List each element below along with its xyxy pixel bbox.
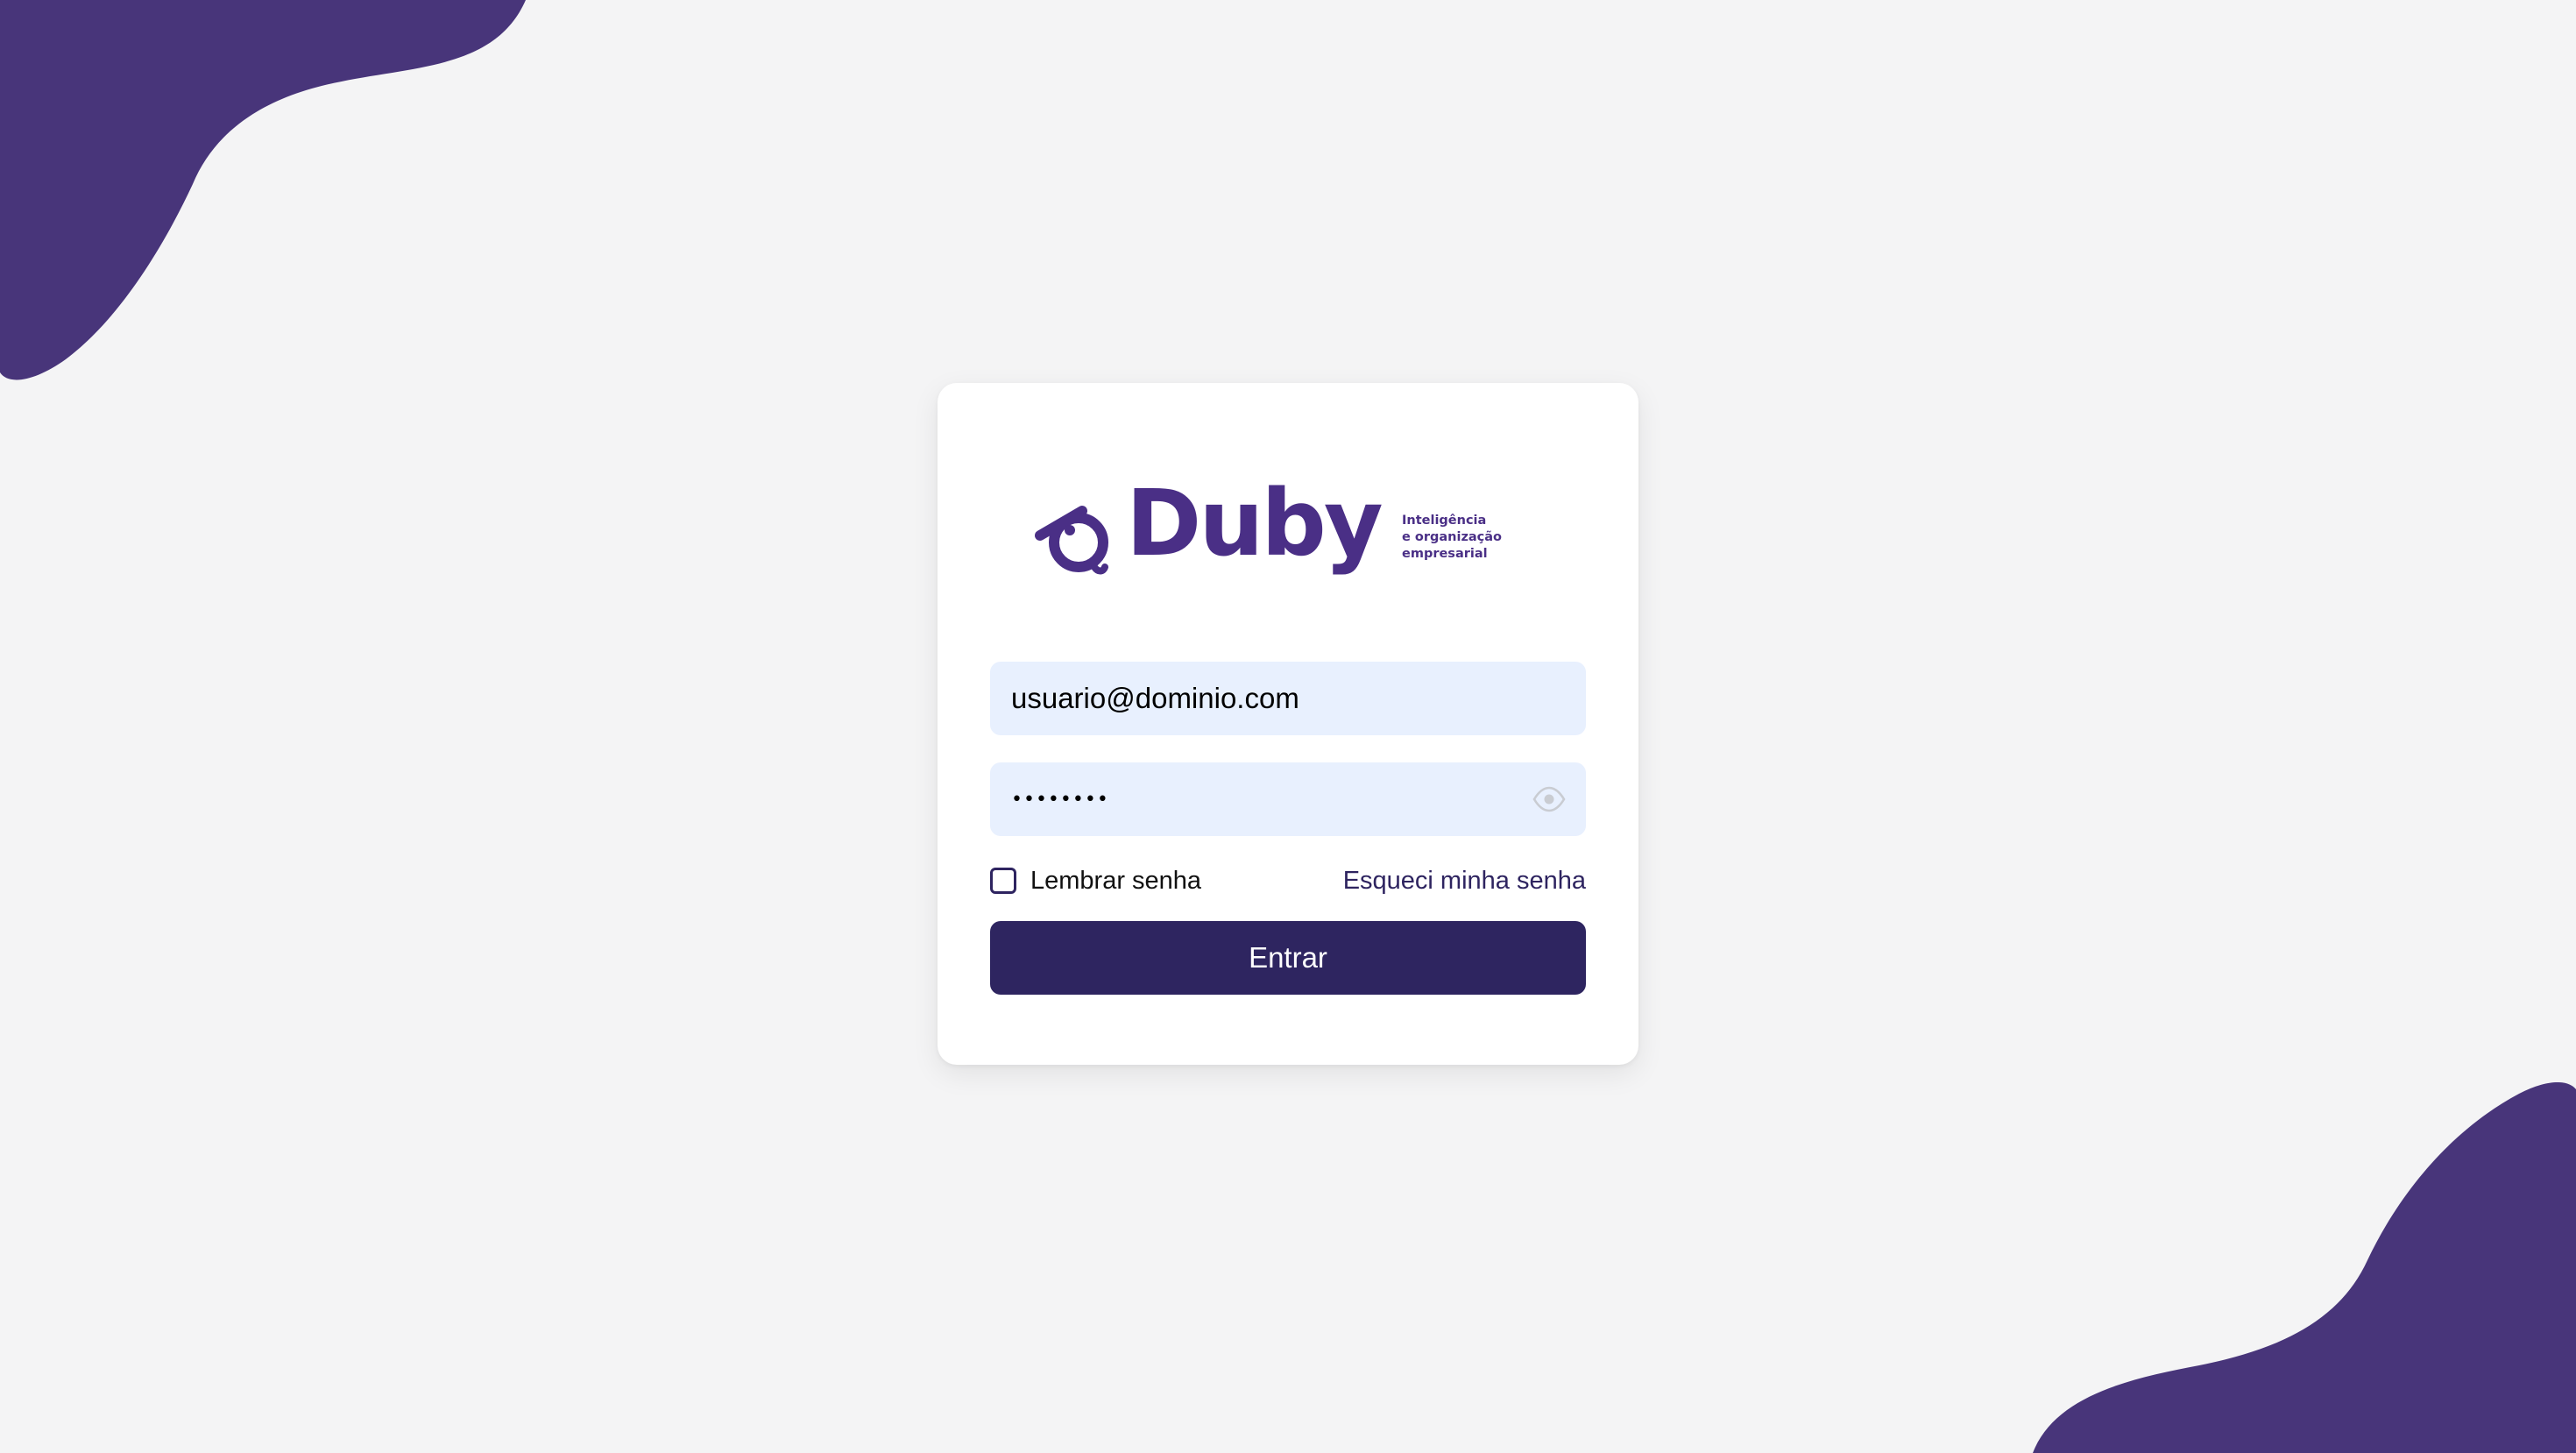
remember-password-checkbox[interactable]: [990, 868, 1016, 894]
tagline-line: e organização: [1402, 530, 1503, 544]
login-card: Duby Inteligência e organização empresar…: [938, 383, 1638, 1065]
login-submit-button[interactable]: Entrar: [990, 921, 1586, 995]
forgot-password-link[interactable]: Esqueci minha senha: [1343, 863, 1586, 898]
eye-icon[interactable]: [1532, 783, 1567, 815]
remember-password-label: Lembrar senha: [1030, 866, 1202, 895]
brand-logo: Duby Inteligência e organização empresar…: [1030, 478, 1502, 576]
tagline-line: Inteligência: [1402, 514, 1487, 528]
decorative-blob-top-left: [0, 0, 526, 380]
tagline-line: empresarial: [1402, 547, 1488, 561]
password-input[interactable]: [990, 762, 1586, 836]
login-page: Duby Inteligência e organização empresar…: [0, 0, 2576, 1453]
password-field-container: [990, 762, 1586, 836]
remember-password-control[interactable]: Lembrar senha: [990, 863, 1201, 898]
brand-name: Duby: [1126, 470, 1384, 577]
brand-tagline: Inteligência e organização empresarial: [1402, 513, 1507, 563]
form-options-row: Lembrar senha Esqueci minha senha: [990, 863, 1586, 898]
decorative-blob-bottom-right: [2033, 1081, 2576, 1453]
email-field-container: [990, 662, 1586, 735]
email-input[interactable]: [990, 662, 1586, 735]
duby-logo-icon: [1035, 506, 1108, 575]
